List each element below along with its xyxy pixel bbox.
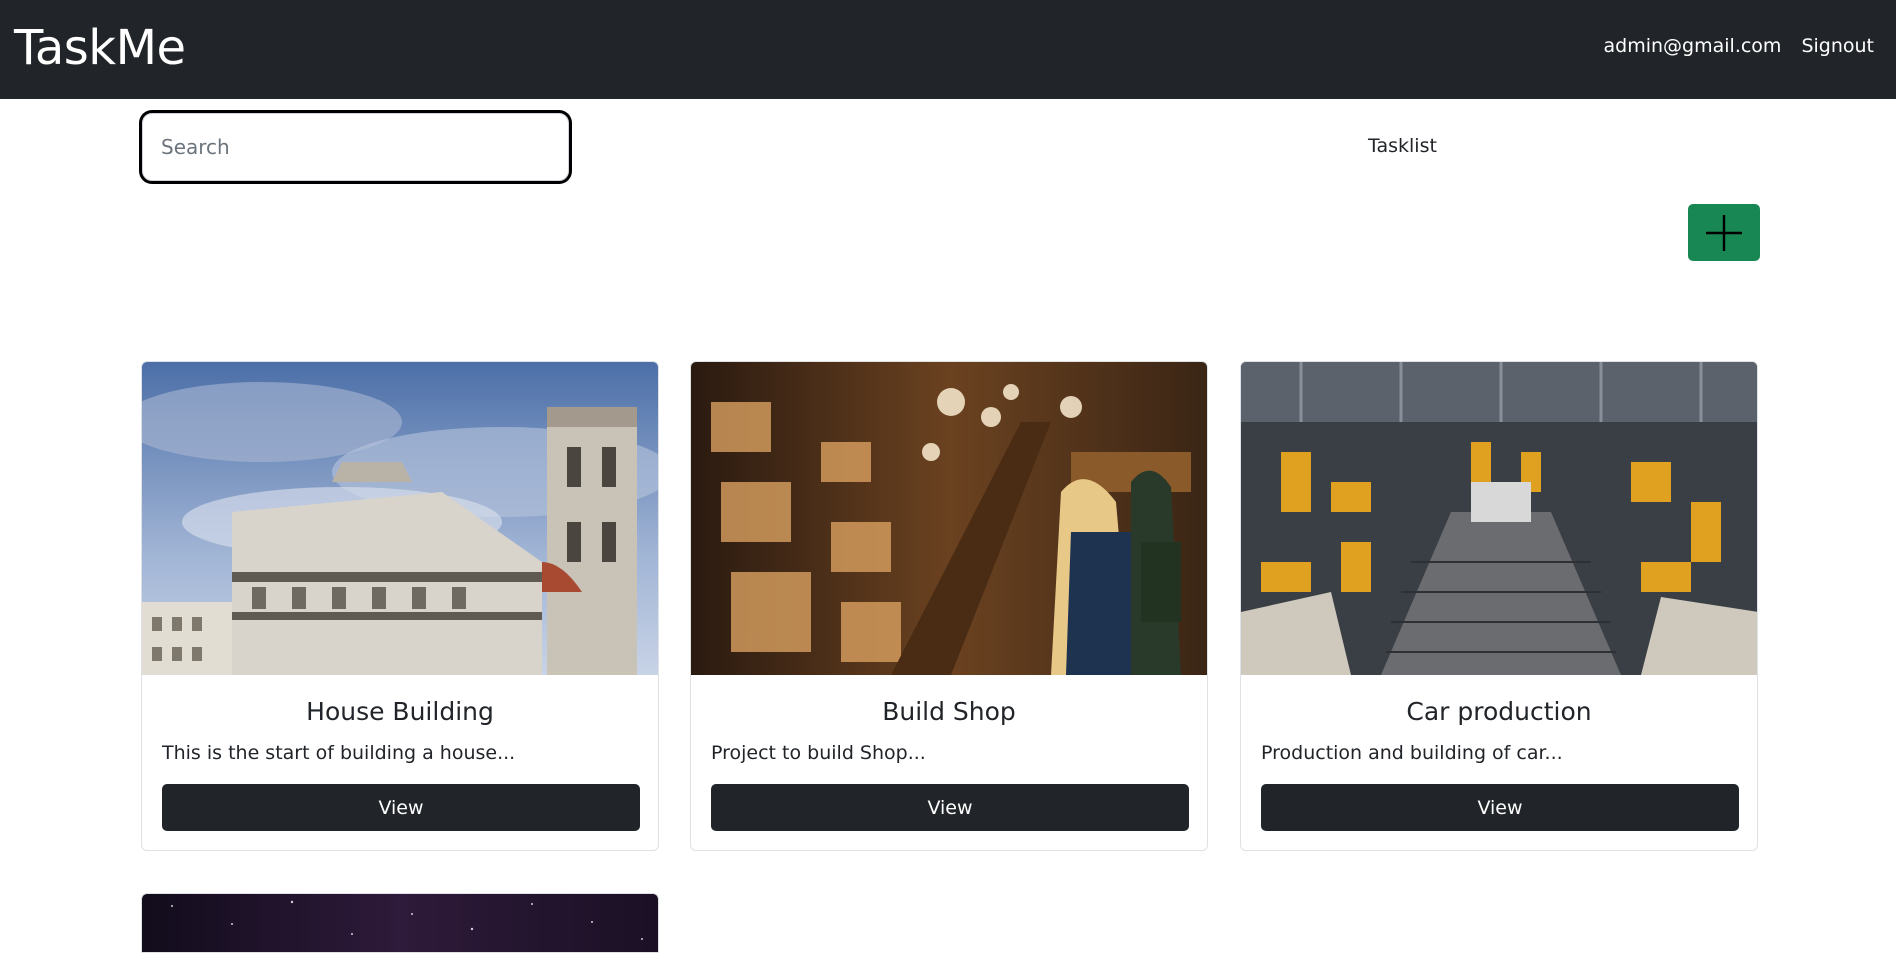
project-card: Car production Production and building o… xyxy=(1240,361,1758,851)
project-description: Project to build Shop... xyxy=(711,742,926,764)
project-title: House Building xyxy=(306,697,494,726)
tasklist-label[interactable]: Tasklist xyxy=(1368,132,1437,160)
project-card xyxy=(141,893,659,953)
add-project-button[interactable] xyxy=(1688,204,1760,261)
project-title: Car production xyxy=(1406,697,1592,726)
search-input[interactable] xyxy=(142,113,569,181)
brand-logo[interactable]: TaskMe xyxy=(14,14,186,82)
project-title: Build Shop xyxy=(882,697,1016,726)
project-description: Production and building of car... xyxy=(1261,742,1563,764)
night-sky-photo xyxy=(142,894,658,952)
project-card: House Building This is the start of buil… xyxy=(141,361,659,851)
project-card: Build Shop Project to build Shop... View xyxy=(690,361,1208,851)
nav-links: admin@gmail.com Signout xyxy=(1604,30,1874,62)
navbar: TaskMe admin@gmail.com Signout xyxy=(0,0,1896,99)
plus-icon xyxy=(1706,214,1742,251)
user-email-link[interactable]: admin@gmail.com xyxy=(1604,30,1782,62)
cathedral-photo xyxy=(142,362,658,675)
signout-link[interactable]: Signout xyxy=(1801,30,1874,62)
shop-interior-photo xyxy=(691,362,1207,675)
view-button[interactable]: View xyxy=(1261,784,1739,831)
view-button[interactable]: View xyxy=(711,784,1189,831)
factory-robots-photo xyxy=(1241,362,1757,675)
view-button[interactable]: View xyxy=(162,784,640,831)
project-description: This is the start of building a house... xyxy=(162,742,516,764)
